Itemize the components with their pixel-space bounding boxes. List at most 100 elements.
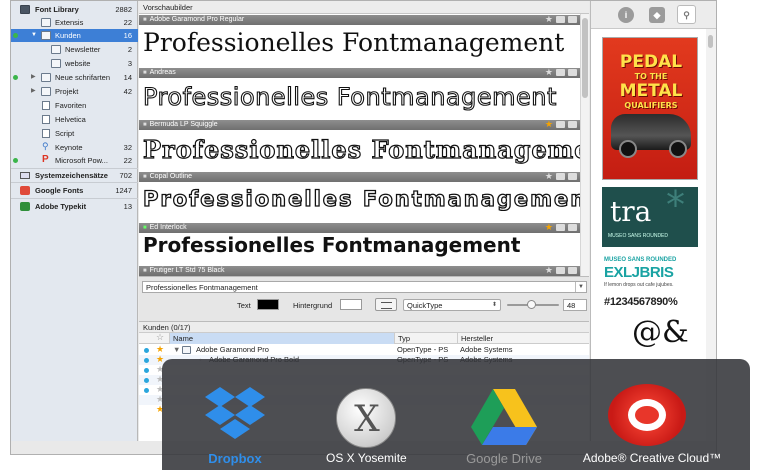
checkbox-icon[interactable]: ■ [143,225,147,231]
star-column-icon[interactable]: ☆ [156,332,164,343]
camera-icon[interactable] [556,224,565,231]
sidebar-item-keynote[interactable]: ⚲ Keynote 32 [11,141,138,154]
image-icon[interactable] [568,224,577,231]
image-icon[interactable] [568,69,577,76]
table-row[interactable]: ★ ▼ Adobe Garamond Pro OpenType - PS Ado… [139,344,589,355]
image-icon[interactable] [568,16,577,23]
column-name[interactable]: Name [169,333,394,344]
font-preview-bar[interactable]: ■ Ed Interlock ★ [139,222,580,233]
service-dropbox[interactable]: Dropbox [190,359,280,470]
library-icon [20,5,30,14]
camera-icon[interactable] [556,69,565,76]
checkbox-icon[interactable]: ■ [143,70,147,76]
font-preview-bar[interactable]: ■ Adobe Garamond Pro Regular ★ [139,14,580,25]
sidebar-item-helvetica[interactable]: Helvetica [11,113,138,126]
text-color-swatch[interactable] [257,299,279,310]
font-preview-bar[interactable]: ■ Frutiger LT Std 75 Black ★ [139,265,580,276]
folder-icon [51,45,61,54]
text-color-label: Text [237,301,251,310]
column-type[interactable]: Typ [394,333,457,344]
favorite-star-icon[interactable]: ★ [545,265,553,275]
image-icon[interactable] [568,121,577,128]
font-preview-sample: Professionelles Fontmanagement [143,135,580,164]
preview-scrollbar[interactable] [580,14,589,276]
camera-icon[interactable] [556,16,565,23]
family-folder-icon [182,346,191,354]
chevron-down-icon[interactable]: ▼ [575,282,586,292]
sidebar-item-adobe-typekit[interactable]: Adobe Typekit 13 [11,200,138,213]
service-osx[interactable]: X OS X Yosemite [326,359,407,470]
favorite-star-icon[interactable]: ★ [545,119,553,129]
active-dot-icon [13,158,18,163]
race-car-image [611,114,691,158]
osx-icon: X [336,388,396,448]
checkbox-icon[interactable]: ■ [143,174,147,180]
sample-museo[interactable]: MUSEO SANS ROUNDED EXLJBRIS If lemon dro… [602,257,698,357]
active-dot-icon [13,33,18,38]
font-preview-bar[interactable]: ■ Andreas ★ [139,67,580,78]
font-preview-bar[interactable]: ■ Copal Outline ★ [139,171,580,182]
sidebar-item-system-fonts[interactable]: Systemzeichensätze 702 [11,169,138,182]
favorite-star-icon[interactable]: ★ [156,344,164,354]
sidebar-divider [11,182,138,183]
folder-icon [51,59,61,68]
font-size-field[interactable]: 48 [563,299,587,311]
sidebar-item-font-library[interactable]: Font Library 2882 [11,3,138,16]
sidebar-item-neue-schrifarten[interactable]: ▶ Neue schrifarten 14 [11,71,138,84]
powerpoint-icon: P [42,154,49,165]
active-dot-icon [144,358,149,363]
sidebar-item-extensis[interactable]: Extensis 22 [11,16,138,29]
disclosure-closed-icon[interactable]: ▶ [31,85,36,98]
checkbox-icon[interactable]: ■ [143,17,147,23]
preview-mode-select[interactable]: QuickType ⬍ [403,299,501,311]
keynote-icon: ⚲ [42,141,49,151]
disclosure-open-icon[interactable]: ▼ [173,345,180,355]
disclosure-closed-icon[interactable]: ▶ [31,71,36,84]
favorite-star-icon[interactable]: ★ [545,67,553,77]
sample-tra[interactable]: tra * MUSEO SANS ROUNDED [602,187,698,247]
sidebar-item-favoriten[interactable]: Favoriten [11,99,138,112]
sidebar-item-powerpoint[interactable]: P Microsoft Pow... 22 [11,154,138,167]
layout-style-button[interactable] [375,298,397,311]
camera-icon[interactable] [556,173,565,180]
dropbox-icon [205,387,265,439]
quickfind-icon[interactable]: ⚲ [677,5,696,24]
sidebar-item-google-fonts[interactable]: Google Fonts 1247 [11,184,138,197]
sample-text-input[interactable]: Professionelles Fontmanagement ▼ [142,281,587,293]
service-creative-cloud[interactable]: Adobe® Creative Cloud™ [582,359,722,470]
sidebar-item-projekt[interactable]: ▶ Projekt 42 [11,85,138,98]
column-maker[interactable]: Hersteller [457,333,589,344]
active-dot-icon [144,348,149,353]
size-slider-knob[interactable] [527,300,536,309]
camera-icon[interactable] [556,121,565,128]
tag-icon[interactable]: ◆ [649,7,665,23]
typekit-icon [20,202,30,211]
sidebar-item-newsletter[interactable]: Newsletter 2 [11,43,138,56]
checkbox-icon[interactable]: ■ [143,268,147,274]
favorite-star-icon[interactable]: ★ [545,14,553,24]
sidebar-item-kunden[interactable]: ▼ Kunden 16 [11,29,138,42]
font-preview-sample: Professionelles Fontmanagement [143,28,565,57]
active-dot-icon [144,388,149,393]
checkbox-icon[interactable]: ■ [143,122,147,128]
sidebar-item-website[interactable]: website 3 [11,57,138,70]
select-arrows-icon: ⬍ [491,302,497,308]
disclosure-open-icon[interactable]: ▼ [31,29,37,42]
preview-header: Vorschaubilder [139,1,589,14]
list-header: ☆ Name Typ Hersteller [139,332,589,344]
info-icon[interactable]: i [618,7,634,23]
favorite-star-icon[interactable]: ★ [545,222,553,232]
sample-poster[interactable]: PEDAL TO THE METAL QUALIFIERS [602,37,698,180]
font-preview-bar[interactable]: ■ Bermuda LP Squiggle ★ [139,119,580,130]
camera-icon[interactable] [556,267,565,274]
image-icon[interactable] [568,267,577,274]
scroll-thumb[interactable] [582,18,588,98]
folder-icon [41,87,51,96]
image-icon[interactable] [568,173,577,180]
favorite-star-icon[interactable]: ★ [545,171,553,181]
service-google-drive[interactable]: Google Drive [454,359,554,470]
font-preview-sample: Professionelles Fontmanagement [143,187,580,211]
list-title: Kunden (0/17) [139,322,589,333]
sidebar-item-script[interactable]: Script [11,127,138,140]
background-color-swatch[interactable] [340,299,362,310]
